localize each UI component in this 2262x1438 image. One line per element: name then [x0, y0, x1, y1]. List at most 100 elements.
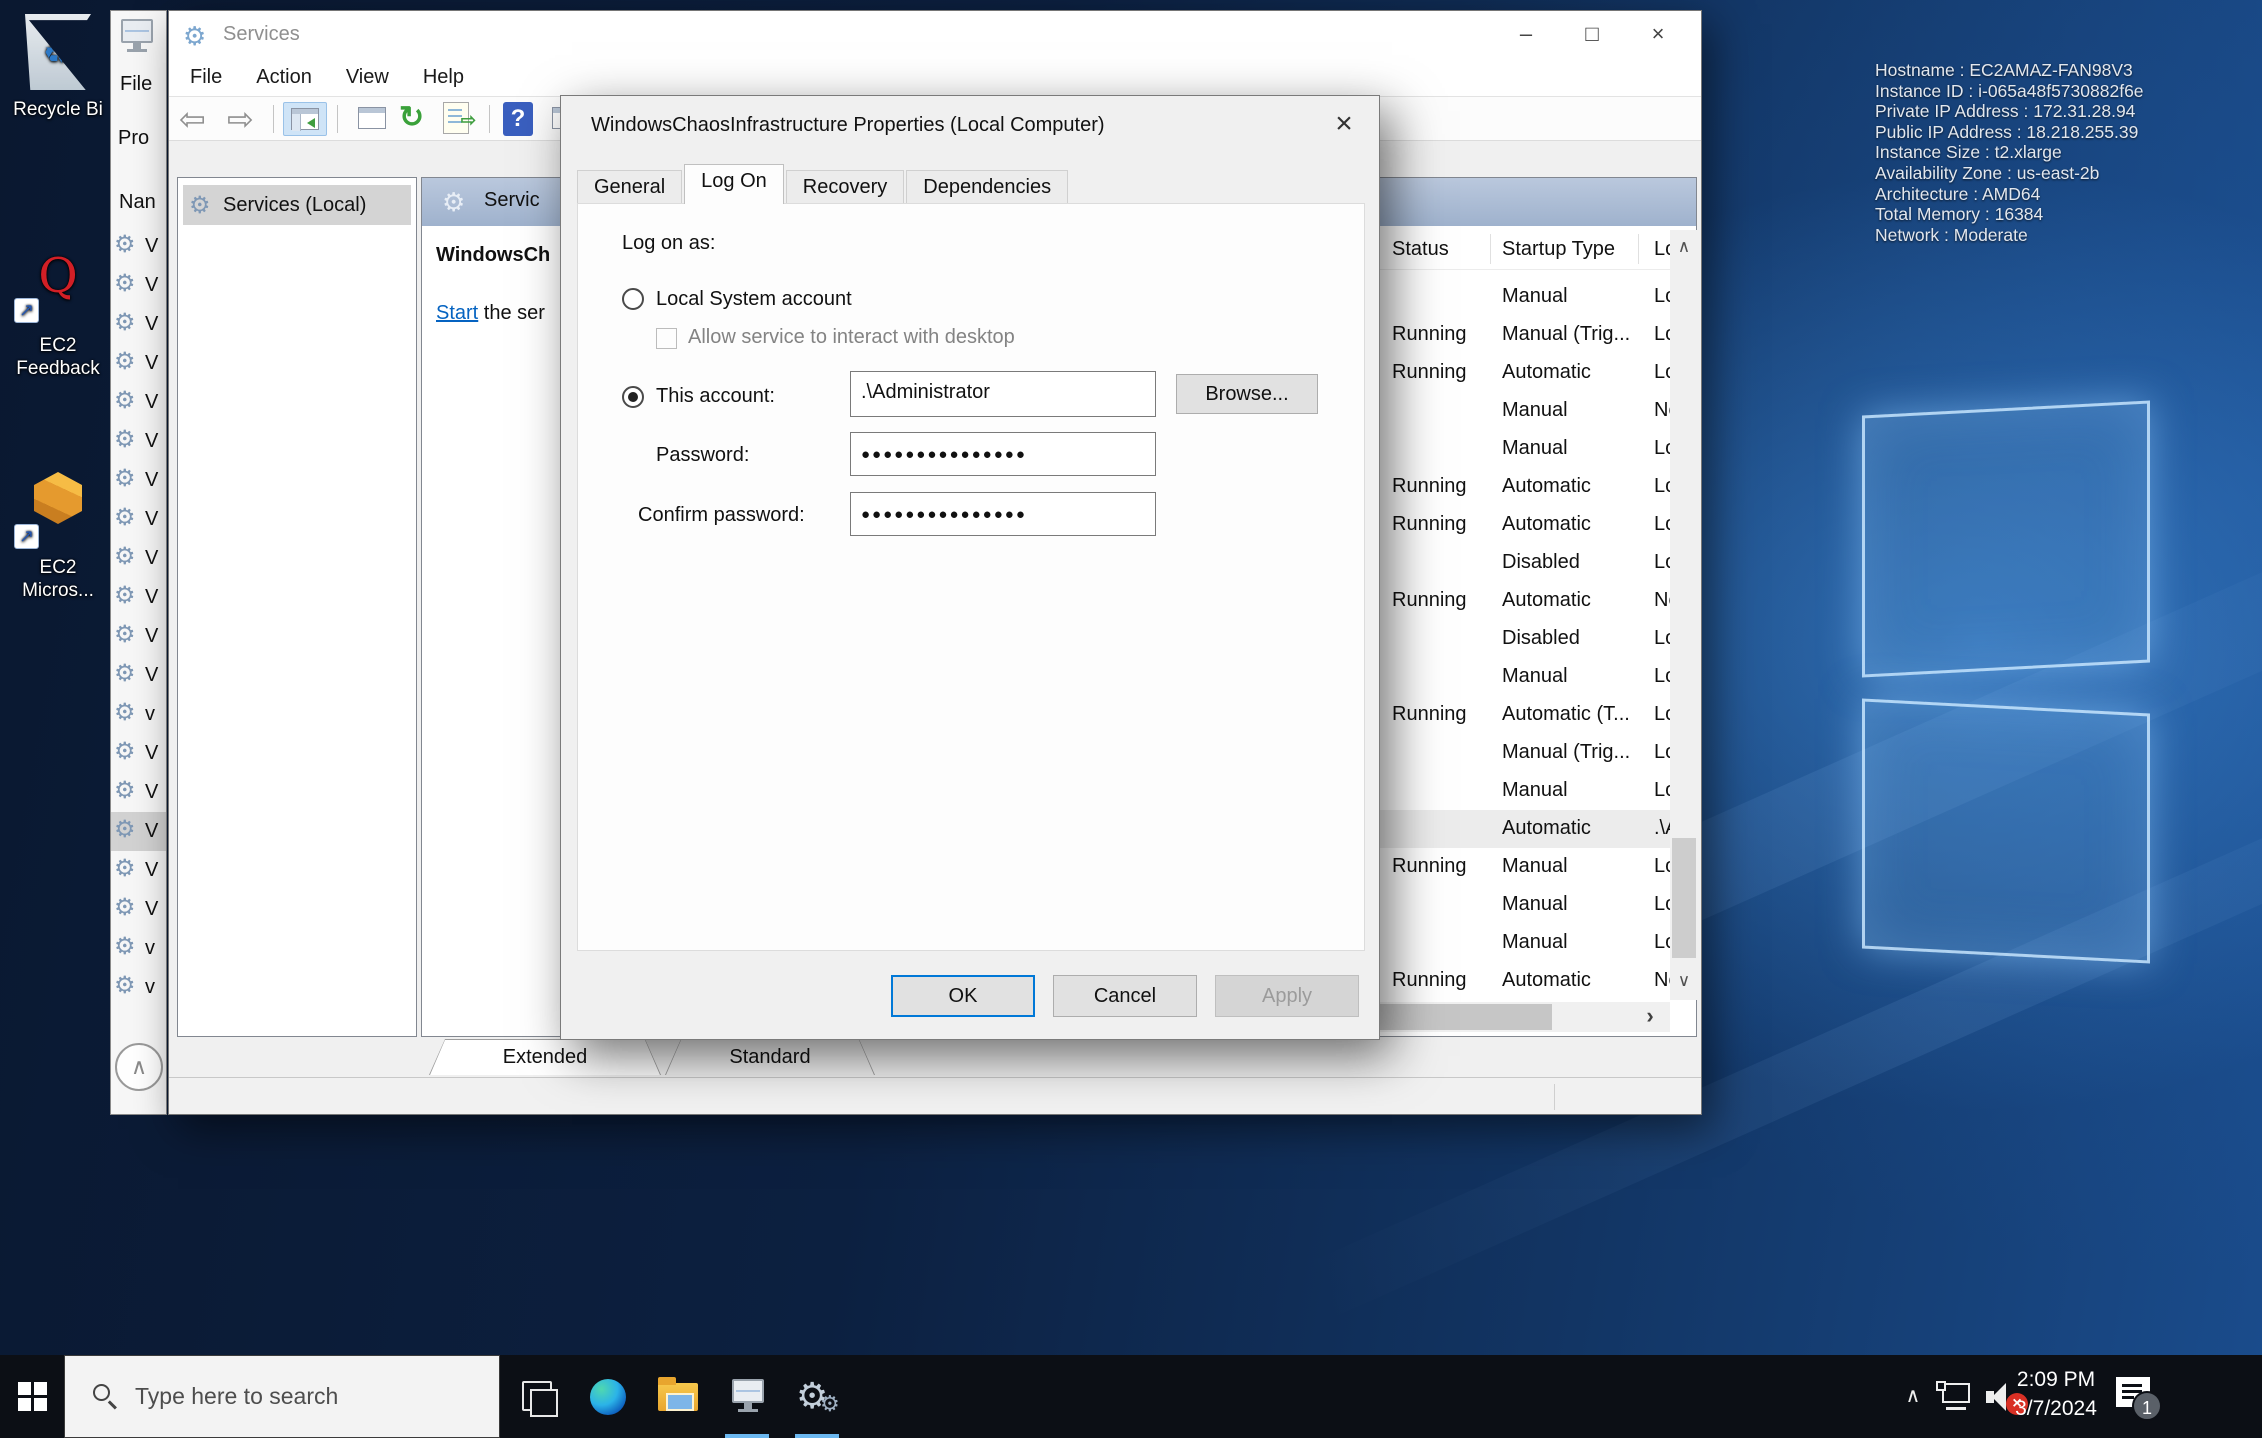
- tree-item-services-local[interactable]: ⚙ Services (Local): [183, 185, 411, 225]
- menu-action[interactable]: Action: [256, 66, 312, 89]
- network-icon[interactable]: [1936, 1381, 1976, 1413]
- selected-service-name: WindowsCh: [436, 244, 550, 267]
- strip-service-label: V: [145, 898, 158, 921]
- file-explorer-button[interactable]: [648, 1355, 706, 1438]
- desktop-icon-ec2-microsoft[interactable]: ↗ EC2 Micros...: [2, 472, 114, 602]
- scroll-right-icon[interactable]: ›: [1630, 1002, 1670, 1032]
- dialog-tab-dependencies[interactable]: Dependencies: [906, 170, 1068, 204]
- column-separator[interactable]: [1638, 234, 1639, 264]
- system-info-line: Architecture : AMD64: [1875, 184, 2245, 205]
- strip-service-row[interactable]: ⚙V: [111, 266, 167, 305]
- perfmon-icon: [728, 1379, 766, 1413]
- desktop-icon-recycle-bin[interactable]: ♻ Recycle Bi: [2, 14, 114, 121]
- strip-service-row[interactable]: ⚙V: [111, 773, 167, 812]
- strip-service-label: V: [145, 274, 158, 297]
- task-view-button[interactable]: [508, 1355, 566, 1438]
- gear-icon: ⚙: [114, 583, 136, 609]
- strip-service-row[interactable]: ⚙V: [111, 305, 167, 344]
- cell-startup-type: Automatic: [1502, 969, 1648, 992]
- strip-service-row[interactable]: ⚙V: [111, 500, 167, 539]
- view-tab-standard[interactable]: Standard: [665, 1039, 875, 1075]
- export-list-button[interactable]: ⇨: [443, 102, 469, 134]
- dialog-close-button[interactable]: ×: [1321, 102, 1367, 148]
- strip-service-row[interactable]: ⚙V: [111, 578, 167, 617]
- services-taskbar-button[interactable]: ⚙⚙: [788, 1355, 846, 1438]
- ok-button[interactable]: OK: [891, 975, 1035, 1017]
- taskbar-search[interactable]: Type here to search: [64, 1355, 500, 1438]
- gear-icon: ⚙: [114, 388, 136, 414]
- strip-service-row[interactable]: ⚙v: [111, 968, 167, 1007]
- strip-service-row[interactable]: ⚙V: [111, 617, 167, 656]
- this-account-radio[interactable]: [622, 386, 644, 408]
- vertical-scrollbar[interactable]: ∧ ∨: [1670, 230, 1698, 1000]
- strip-service-row[interactable]: ⚙V: [111, 383, 167, 422]
- cell-startup-type: Manual: [1502, 931, 1648, 954]
- cell-status: Running: [1392, 855, 1467, 878]
- perfmon-taskbar-button[interactable]: [718, 1355, 776, 1438]
- scroll-up-icon[interactable]: ∧: [1670, 230, 1698, 266]
- strip-service-row[interactable]: ⚙V: [111, 656, 167, 695]
- column-header-startup-type[interactable]: Startup Type: [1502, 238, 1615, 261]
- background-menu-file[interactable]: File: [120, 73, 152, 96]
- taskbar-clock[interactable]: 2:09 PM 3/7/2024: [2008, 1365, 2104, 1423]
- forward-button[interactable]: ⇨: [227, 102, 254, 136]
- strip-service-row[interactable]: ⚙v: [111, 929, 167, 968]
- service-description: Start the ser: [436, 302, 545, 325]
- strip-service-row[interactable]: ⚙V: [111, 344, 167, 383]
- collapse-chevron-button[interactable]: ∧: [115, 1043, 163, 1091]
- refresh-button[interactable]: ↻: [399, 102, 424, 134]
- cell-logon-as: Lo: [1654, 855, 1670, 878]
- cancel-button[interactable]: Cancel: [1053, 975, 1197, 1017]
- strip-service-row[interactable]: ⚙V: [111, 422, 167, 461]
- strip-service-row[interactable]: ⚙v: [111, 695, 167, 734]
- password-input[interactable]: ●●●●●●●●●●●●●●●: [850, 432, 1156, 476]
- column-header-status[interactable]: Status: [1392, 238, 1449, 261]
- menu-view[interactable]: View: [346, 66, 389, 89]
- dialog-tab-recovery[interactable]: Recovery: [786, 170, 904, 204]
- gear-icon: ⚙: [114, 817, 136, 843]
- strip-service-row[interactable]: ⚙V: [111, 890, 167, 929]
- strip-service-row[interactable]: ⚙V: [111, 812, 167, 851]
- cell-startup-type: Automatic: [1502, 361, 1648, 384]
- dialog-tab-log-on[interactable]: Log On: [684, 164, 784, 204]
- menu-help[interactable]: Help: [423, 66, 464, 89]
- desktop-icon-label: EC2: [2, 334, 114, 357]
- strip-service-row[interactable]: ⚙V: [111, 734, 167, 773]
- properties-button[interactable]: [351, 102, 395, 136]
- background-name-column-header[interactable]: Nan: [119, 191, 156, 214]
- column-separator[interactable]: [1490, 234, 1491, 264]
- confirm-password-input[interactable]: ●●●●●●●●●●●●●●●: [850, 492, 1156, 536]
- maximize-button[interactable]: □: [1559, 11, 1625, 59]
- desktop-icon-ec2-feedback[interactable]: Q ↗ EC2 Feedback: [2, 250, 114, 380]
- strip-service-row[interactable]: ⚙V: [111, 539, 167, 578]
- this-account-label[interactable]: This account:: [656, 385, 775, 408]
- tray-chevron-icon[interactable]: ∧: [1896, 1379, 1930, 1413]
- system-info-line: Instance ID : i-065a48f5730882f6e: [1875, 81, 2245, 102]
- perfmon-icon: [117, 19, 155, 53]
- start-button[interactable]: [0, 1355, 64, 1438]
- back-button[interactable]: ⇦: [179, 102, 206, 136]
- cell-logon-as: Lo: [1654, 361, 1670, 384]
- dialog-tab-general[interactable]: General: [577, 170, 682, 204]
- scrollbar-thumb[interactable]: [1672, 838, 1696, 958]
- browse-button[interactable]: Browse...: [1176, 374, 1318, 414]
- menu-file[interactable]: File: [190, 66, 222, 89]
- tree-item-label: Services (Local): [223, 194, 366, 217]
- show-console-tree-button[interactable]: [283, 102, 327, 136]
- account-input[interactable]: .\Administrator: [850, 371, 1156, 417]
- start-service-link[interactable]: Start: [436, 302, 478, 324]
- toolbar-separator: [337, 105, 338, 133]
- close-button[interactable]: ×: [1625, 11, 1691, 59]
- services-titlebar[interactable]: ⚙ Services – □ ×: [169, 11, 1701, 59]
- local-system-radio[interactable]: [622, 288, 644, 310]
- edge-browser-button[interactable]: [578, 1355, 636, 1438]
- local-system-label[interactable]: Local System account: [656, 288, 852, 311]
- help-button[interactable]: ?: [503, 102, 533, 136]
- view-tab-extended[interactable]: Extended: [429, 1039, 661, 1075]
- scroll-down-icon[interactable]: ∨: [1670, 964, 1698, 1000]
- action-center-button[interactable]: 1: [2116, 1375, 2160, 1415]
- minimize-button[interactable]: –: [1493, 11, 1559, 59]
- strip-service-row[interactable]: ⚙V: [111, 851, 167, 890]
- strip-service-row[interactable]: ⚙V: [111, 461, 167, 500]
- strip-service-row[interactable]: ⚙V: [111, 227, 167, 266]
